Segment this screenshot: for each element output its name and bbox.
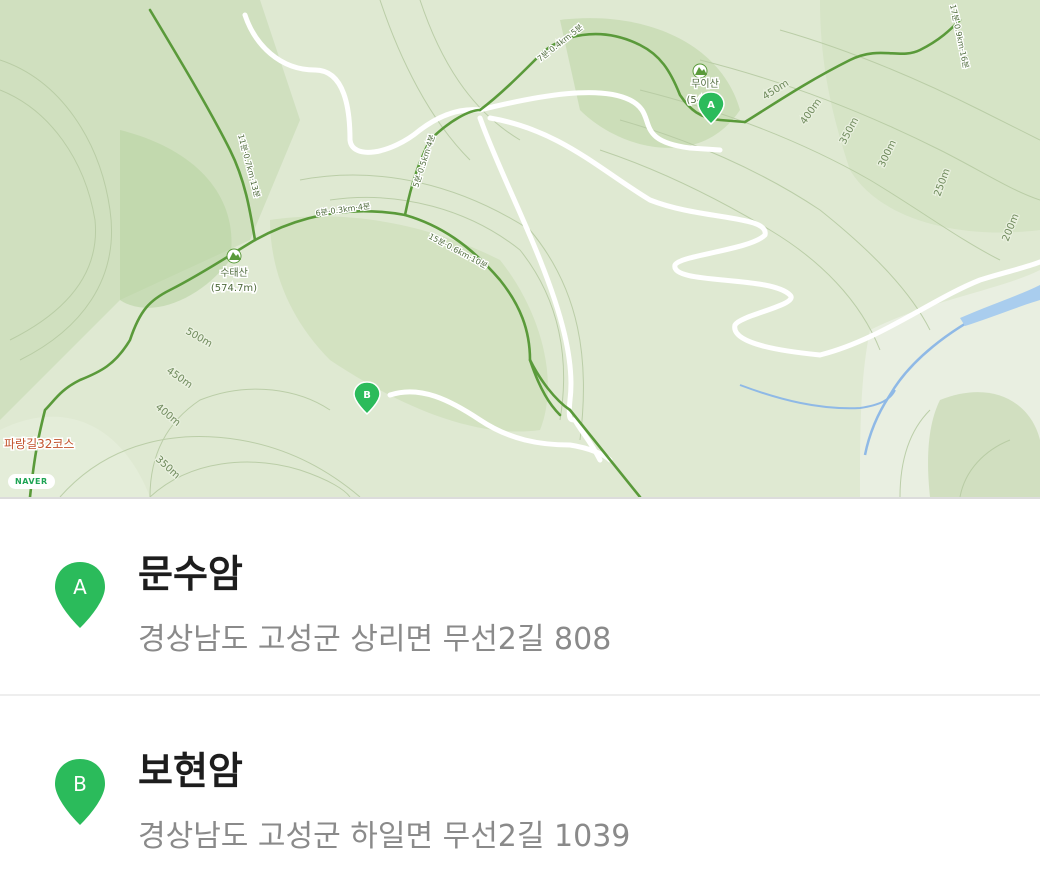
place-item-a[interactable]: A 문수암 경상남도 고성군 상리면 무선2길 808: [0, 499, 1040, 689]
peak-icon-sutaesan: [226, 248, 242, 264]
pin-letter: B: [73, 772, 87, 796]
place-name: 문수암: [138, 552, 243, 596]
map-marker-letter: A: [707, 100, 715, 111]
map-canvas: 수태산 (574.7m) 무이산 (545 파랑길32코스 7분·0.4km·5…: [0, 0, 1040, 497]
place-address: 경상남도 고성군 상리면 무선2길 808: [138, 622, 612, 657]
place-item-b[interactable]: B 보현암 경상남도 고성군 하일면 무선2길 1039: [0, 696, 1040, 886]
pin-letter: A: [73, 575, 87, 599]
location-pin-icon: B: [55, 759, 105, 825]
peak-label-muisan: 무이산: [691, 78, 719, 90]
peak-elevation-sutaesan: (574.7m): [211, 283, 257, 294]
map-view[interactable]: 수태산 (574.7m) 무이산 (545 파랑길32코스 7분·0.4km·5…: [0, 0, 1040, 497]
location-pin-icon: A: [55, 562, 105, 628]
peak-label-sutaesan: 수태산: [220, 267, 248, 279]
place-address: 경상남도 고성군 하일면 무선2길 1039: [138, 819, 631, 854]
place-name: 보현암: [138, 749, 243, 793]
trail-name-label: 파랑길32코스: [4, 437, 74, 451]
map-marker-letter: B: [363, 390, 371, 401]
peak-icon-muisan: [692, 63, 708, 79]
naver-logo-badge: NAVER: [8, 474, 55, 489]
